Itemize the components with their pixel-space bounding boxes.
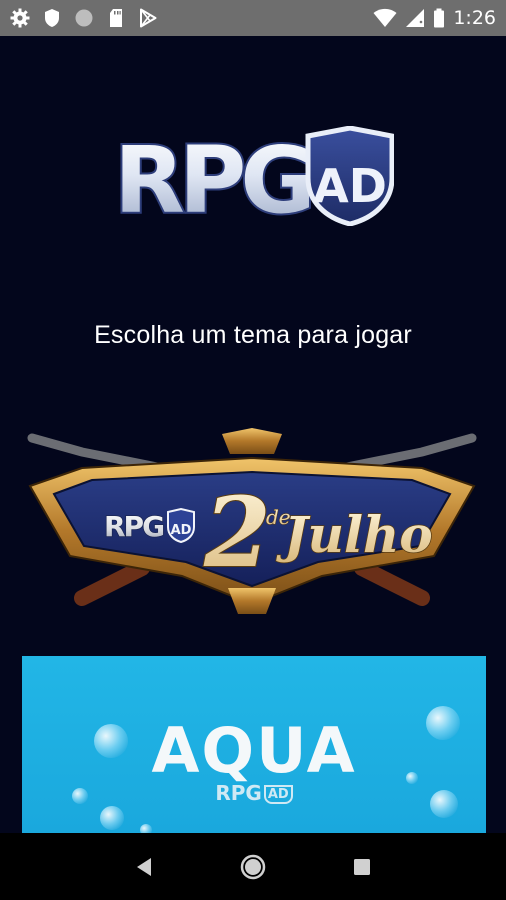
logo-badge: AD [313, 159, 387, 213]
recents-button[interactable] [342, 847, 382, 887]
navigation-bar [0, 833, 506, 900]
back-button[interactable] [124, 847, 164, 887]
theme-card-2-de-julho[interactable]: RPG AD 2 de Julho [22, 428, 482, 614]
aqua-title: AQUA [151, 714, 357, 787]
play-store-icon [138, 8, 158, 28]
back-icon [137, 857, 152, 876]
status-right-icons: 1:26 [373, 7, 496, 29]
gear-icon [10, 8, 30, 28]
status-bar: 1:26 [0, 0, 506, 36]
banner-title-word: Julho [276, 505, 433, 564]
circle-icon [74, 8, 94, 28]
app-logo: RPG AD [112, 125, 395, 236]
wifi-icon [373, 8, 397, 28]
aqua-logo-text: RPG [215, 781, 262, 805]
banner-title-number: 2 [203, 476, 271, 589]
sd-card-icon [106, 8, 126, 28]
theme-card-aqua[interactable]: AQUA RPG AD [22, 656, 486, 833]
recents-icon [353, 858, 370, 875]
logo-text: RPG [114, 127, 310, 226]
banner-logo-badge: AD [171, 523, 192, 538]
top-ornament [222, 428, 282, 454]
status-time: 1:26 [453, 7, 496, 29]
aqua-logo: RPG AD [22, 781, 486, 805]
battery-icon [433, 8, 445, 28]
main-screen: RPG AD Escolha um tema para jogar RPG AD… [0, 36, 506, 833]
home-button[interactable] [233, 847, 273, 887]
signal-icon [405, 8, 425, 28]
status-left-icons [10, 8, 158, 28]
theme-prompt-text: Escolha um tema para jogar [94, 321, 412, 349]
banner-logo-text: RPG [104, 510, 163, 543]
bubble-decoration [100, 806, 124, 830]
home-icon [240, 854, 266, 879]
shield-icon [42, 8, 62, 28]
bubble-decoration [140, 824, 152, 833]
aqua-logo-badge: AD [263, 785, 293, 804]
bottom-ornament [228, 588, 276, 614]
